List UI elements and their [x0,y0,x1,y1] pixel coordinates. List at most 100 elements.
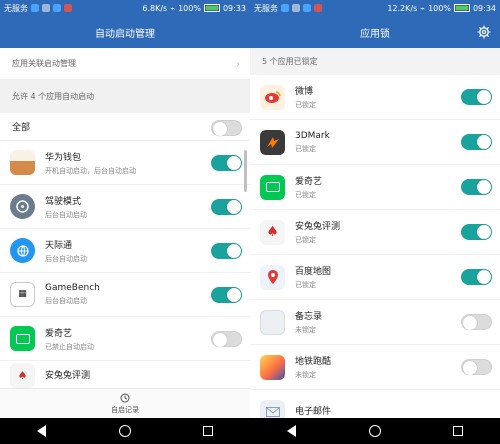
app-row[interactable]: ▦ GameBench 后台自动启动 [0,273,250,317]
autostart-toggle[interactable] [211,155,242,171]
app-row[interactable]: 地铁跑酷 未锁定 [250,345,500,390]
lock-toggle[interactable] [461,224,492,240]
toggle-knob [477,180,491,194]
network-speed: 6.8K/s [142,3,168,13]
network-speed: 12.2K/s [387,3,418,13]
huawei-wallet-icon [10,150,35,175]
notification-icon [42,4,50,12]
autostart-toggle[interactable] [211,331,242,347]
gamebench-icon: ▦ [10,282,35,307]
notification-icon [64,4,72,12]
app-name: 爱奇艺 [45,328,73,339]
app-row[interactable]: ♠ 安兔兔评测 已锁定 [250,210,500,255]
lock-toggle[interactable] [461,134,492,150]
section-label: 5 个应用已锁定 [262,57,318,66]
gamebench-logo: ▦ [18,289,27,299]
3dmark-icon [260,129,285,155]
all-toggle[interactable] [211,120,242,136]
status-bar: 无服务 12.2K/s ⌁ 100% 09:34 [250,0,500,16]
app-row[interactable]: 备忘录 未锁定 [250,300,500,345]
toggle-knob [213,333,227,347]
lock-toggle[interactable] [461,89,492,105]
app-status: 已锁定 [295,281,316,289]
back-button[interactable] [277,425,307,437]
app-name: 3DMark [295,130,330,141]
home-icon [368,425,381,437]
autostart-toggle[interactable] [211,243,242,259]
status-left: 无服务 [254,3,322,14]
scrollbar[interactable] [244,150,247,192]
envelope-icon [265,407,280,417]
app-status: 已锁定 [295,101,316,109]
app-status: 未锁定 [295,326,316,334]
app-row[interactable]: 爱奇艺 已锁定 [250,165,500,210]
autostart-record-tab[interactable]: 自启记录 [0,388,250,418]
section-label: 允许 4 个应用自动启动 [12,92,95,101]
app-row[interactable]: 微博 已锁定 [250,75,500,120]
page-title: 自动启动管理 [95,28,155,40]
title-bar: 自动启动管理 [0,16,250,48]
gear-icon[interactable] [476,24,492,40]
app-row[interactable]: ♠ 安兔兔评测 [0,361,250,391]
back-icon [37,425,47,437]
antutu-icon: ♠ [10,363,35,388]
chevron-right-icon: › [236,59,240,70]
left-screen: 无服务 6.8K/s ⌁ 100% 09:33 自动启动管理 应用关联启动管理 … [0,0,250,444]
status-left: 无服务 [4,3,72,14]
iqiyi-logo [265,182,280,192]
app-status: 未锁定 [295,371,316,379]
app-row[interactable]: 天际通 后台自动启动 [0,229,250,273]
toggle-knob [463,361,477,375]
app-name: 安兔兔评测 [45,370,91,381]
page-title: 应用锁 [360,28,390,40]
app-name: GameBench [45,283,100,293]
notification-icon [31,4,39,12]
app-status: 后台自动启动 [45,254,87,263]
toggle-knob [227,200,241,214]
antutu-logo: ♠ [266,224,279,240]
app-row[interactable]: 驾驶模式 后台自动启动 [0,185,250,229]
app-name: 安兔兔评测 [295,222,341,232]
back-button[interactable] [27,425,57,437]
iqiyi-icon [10,326,35,351]
recents-button[interactable] [193,426,223,436]
battery-percent: 100% [178,3,201,13]
all-label: 全部 [12,123,31,133]
globe-icon [16,244,29,257]
app-row[interactable]: 3DMark 已锁定 [250,120,500,165]
manage-label: 应用关联启动管理 [12,59,76,68]
toggle-knob [463,316,477,330]
antutu-icon: ♠ [260,219,285,245]
app-name: 天际通 [45,240,73,251]
related-launch-manage-row[interactable]: 应用关联启动管理 › [0,48,250,80]
home-button[interactable] [110,425,140,437]
all-apps-row[interactable]: 全部 [0,113,250,141]
section-header: 允许 4 个应用自动启动 [0,80,250,113]
recents-button[interactable] [443,426,473,436]
autostart-toggle[interactable] [211,287,242,303]
clock-icon [120,393,130,402]
app-status: 已禁止自动启动 [45,342,94,351]
weibo-icon [260,84,285,110]
home-button[interactable] [360,425,390,437]
autostart-toggle[interactable] [211,199,242,215]
notification-icon [303,4,311,12]
battery-percent: 100% [428,3,451,13]
baidu-map-icon [260,264,285,290]
app-status: 已锁定 [295,144,316,153]
lock-toggle[interactable] [461,359,492,375]
lock-toggle[interactable] [461,269,492,285]
app-row[interactable]: 爱奇艺 已禁止自动启动 [0,317,250,361]
app-name: 百度地图 [295,267,332,277]
skytone-icon [10,238,35,263]
lock-toggle[interactable] [461,179,492,195]
clock: 09:34 [472,3,496,13]
app-name: 微博 [295,87,314,97]
nav-bar [0,418,250,444]
app-row[interactable]: 百度地图 已锁定 [250,255,500,300]
notification-icon [314,4,322,12]
3dmark-logo [266,137,279,148]
app-row[interactable]: 华为钱包 开机自动启动，后台自动启动 [0,141,250,185]
status-right: 12.2K/s ⌁ 100% 09:34 [387,4,496,13]
lock-toggle[interactable] [461,314,492,330]
